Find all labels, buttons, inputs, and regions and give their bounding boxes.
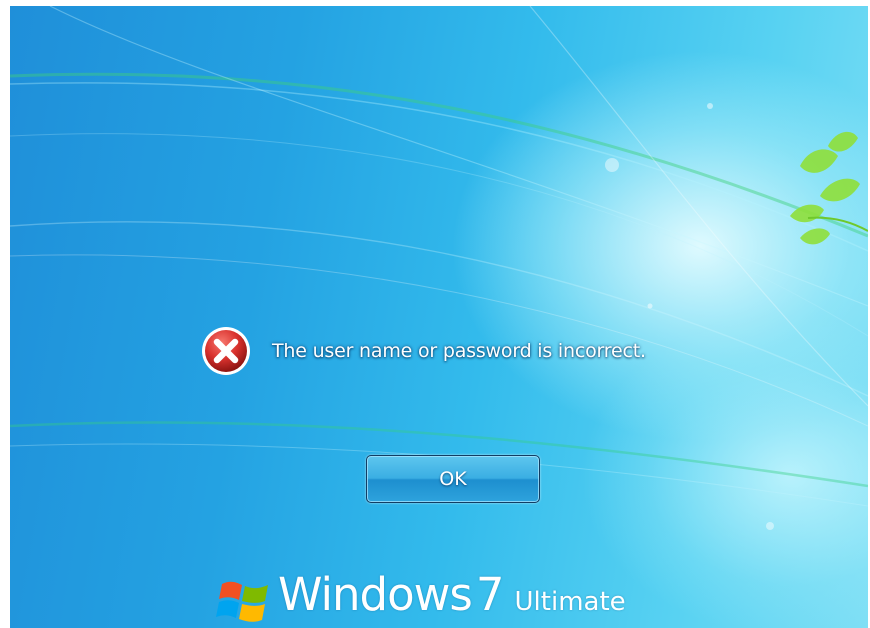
brand-product-name: Windows <box>278 568 473 621</box>
error-x-icon <box>202 327 250 375</box>
wallpaper-background <box>10 6 868 530</box>
windows-branding: Windows 7 Ultimate <box>216 568 626 628</box>
windows-flag-icon <box>216 581 268 622</box>
error-message-text: The user name or password is incorrect. <box>272 340 646 362</box>
logon-screen: The user name or password is incorrect. … <box>10 6 868 628</box>
error-message-row: The user name or password is incorrect. <box>200 324 646 378</box>
ok-button[interactable]: OK <box>366 455 540 503</box>
brand-edition: Ultimate <box>514 587 626 617</box>
brand-version: 7 <box>475 568 505 621</box>
